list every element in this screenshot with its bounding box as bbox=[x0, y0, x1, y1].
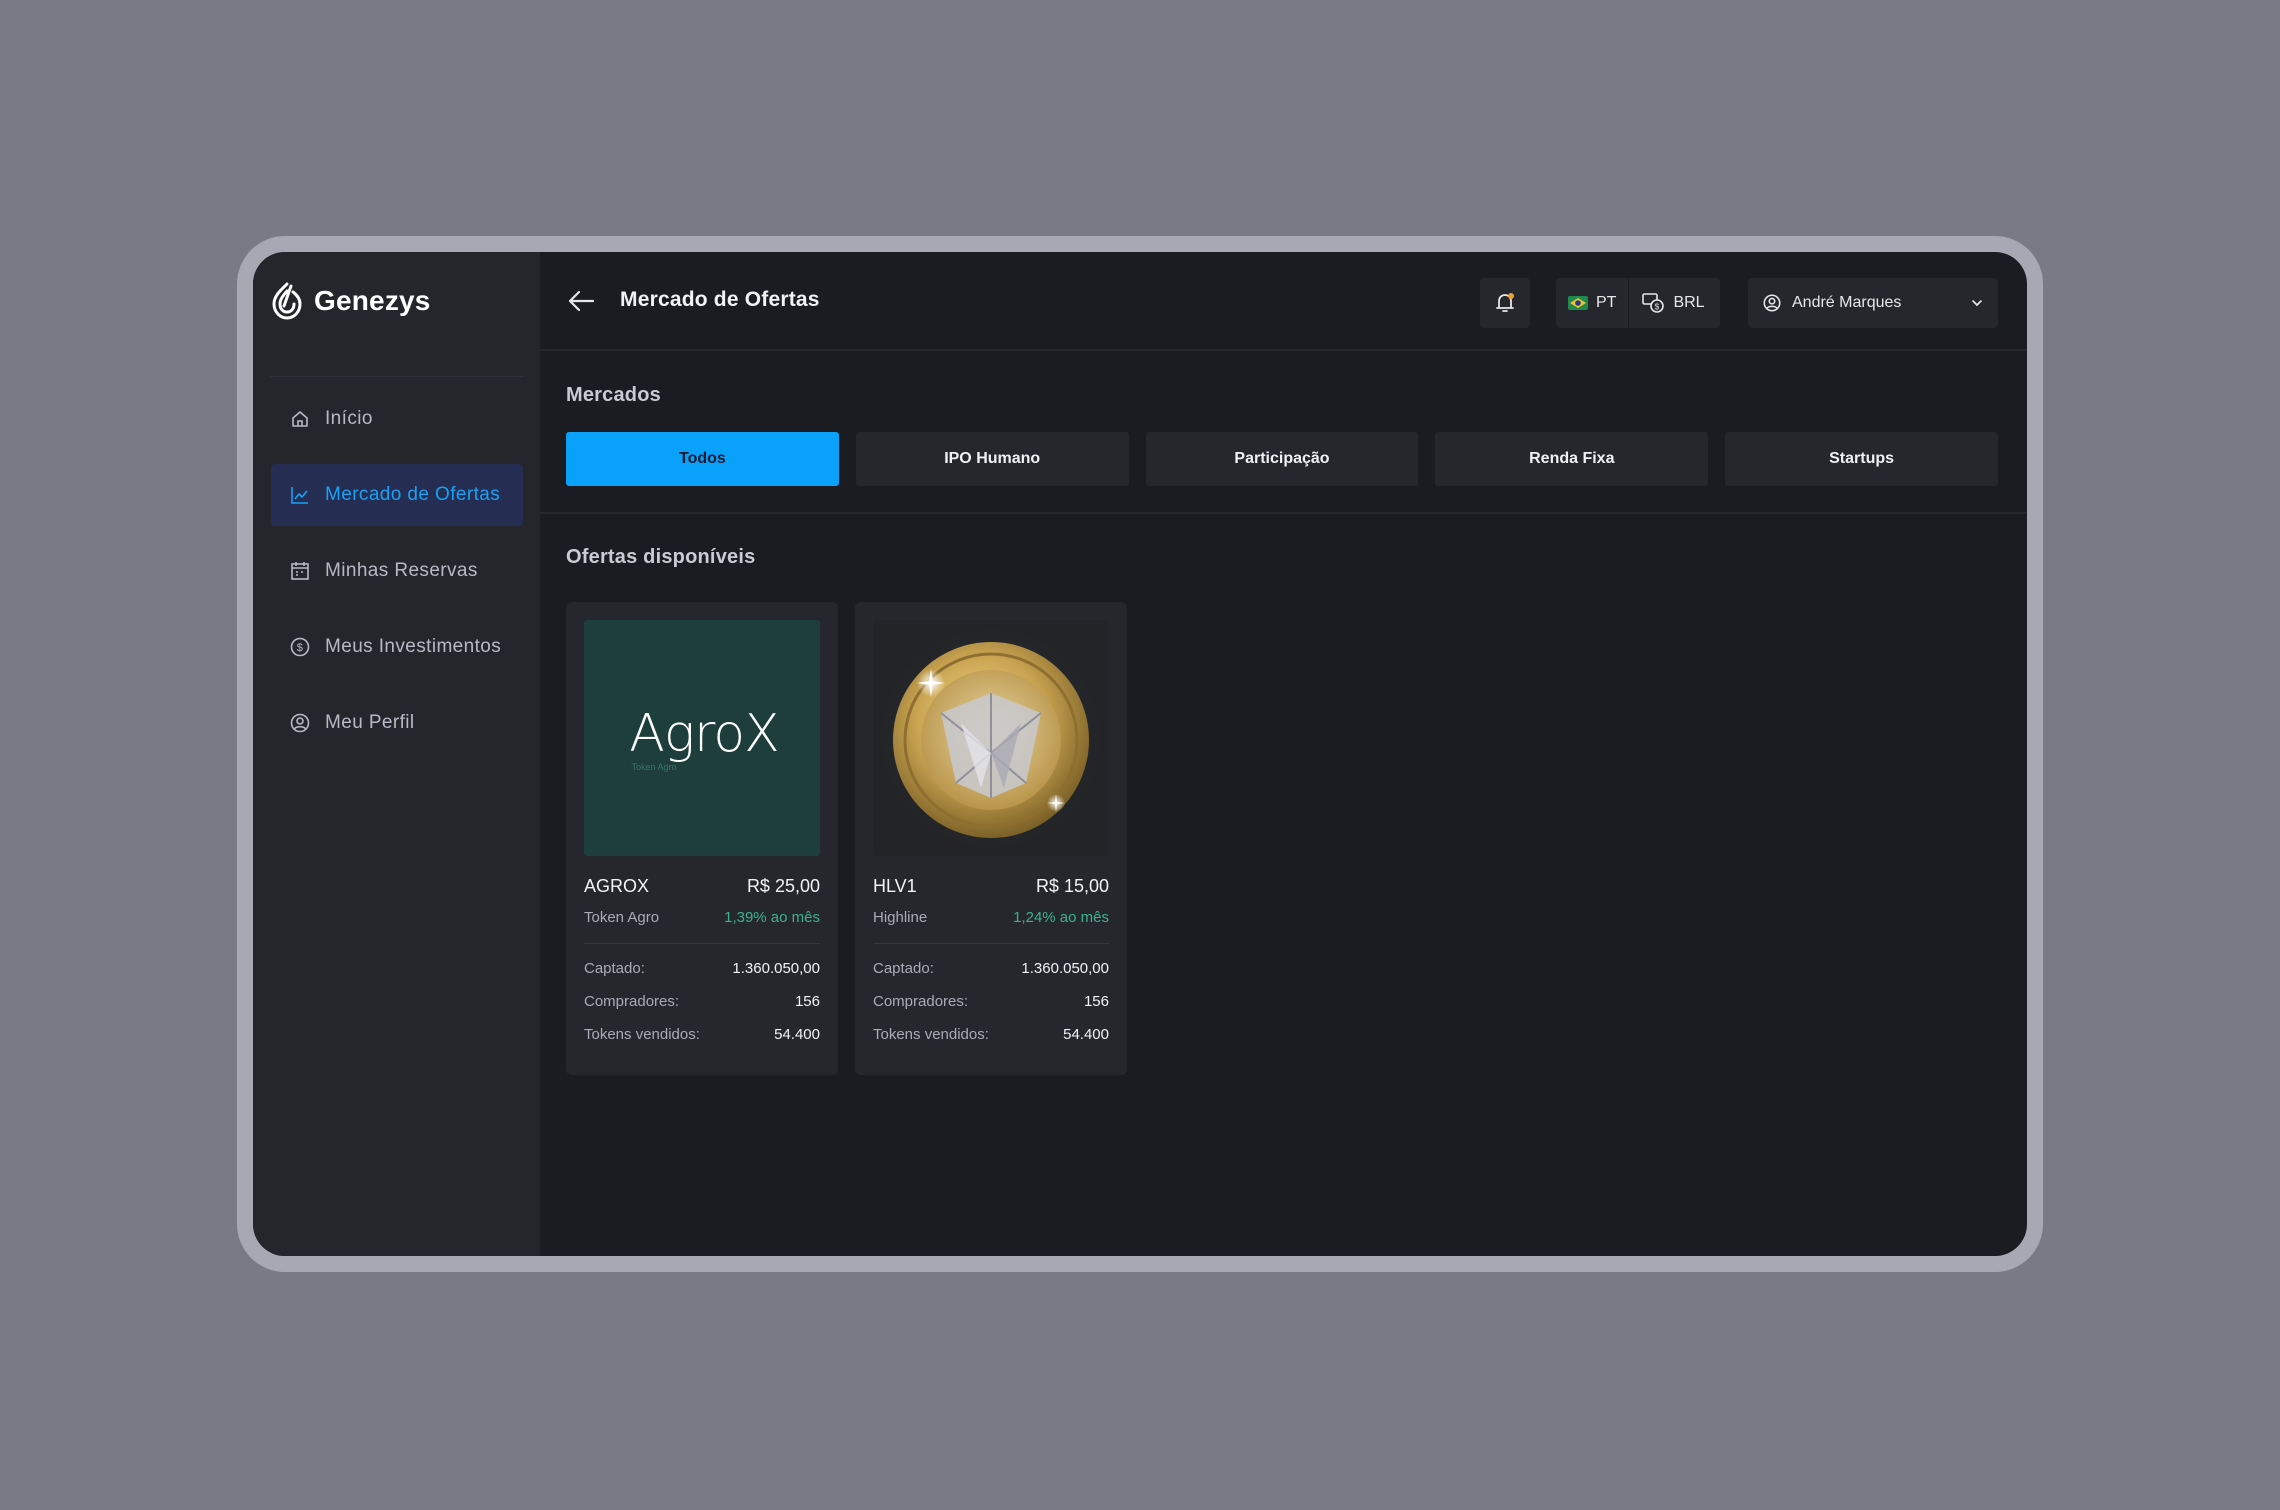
offer-thumbnail: AgroX Token Agro bbox=[584, 620, 820, 856]
tab-renda-fixa[interactable]: Renda Fixa bbox=[1435, 432, 1709, 486]
locale-divider bbox=[1628, 278, 1630, 328]
offers-heading: Ofertas disponíveis bbox=[566, 546, 756, 568]
sidebar-item-inicio[interactable]: Início bbox=[271, 388, 523, 450]
user-circle-icon bbox=[1763, 294, 1781, 312]
back-arrow-icon[interactable] bbox=[566, 288, 596, 314]
sidebar-nav: Início Mercado de Ofertas Minhas Reserva… bbox=[271, 376, 523, 754]
locale-controls: PT $ BRL bbox=[1556, 278, 1720, 328]
highline-coin-icon bbox=[893, 642, 1089, 838]
sidebar: Genezys Início Mercado de Ofertas Minhas… bbox=[253, 252, 540, 1256]
tab-todos[interactable]: Todos bbox=[566, 432, 839, 486]
offer-name: Token Agro bbox=[584, 909, 660, 926]
card-divider bbox=[873, 943, 1109, 944]
sidebar-item-label: Meus Investimentos bbox=[325, 636, 502, 657]
stat-compradores: Compradores: 156 bbox=[873, 993, 1109, 1010]
brand[interactable]: Genezys bbox=[270, 282, 431, 320]
markets-heading: Mercados bbox=[566, 384, 661, 406]
svg-text:$: $ bbox=[297, 642, 304, 654]
stat-label: Tokens vendidos: bbox=[584, 1026, 700, 1043]
currency-exchange-icon: $ bbox=[1642, 293, 1665, 313]
genezys-logo-icon bbox=[272, 282, 302, 320]
offer-card-hlv1[interactable]: HLV1 R$ 15,00 Highline 1,24% ao mês Capt… bbox=[855, 602, 1127, 1075]
currency-label: BRL bbox=[1673, 294, 1705, 311]
sidebar-item-label: Minhas Reservas bbox=[325, 560, 478, 581]
page-title: Mercado de Ofertas bbox=[620, 288, 820, 311]
stat-compradores: Compradores: 156 bbox=[584, 993, 820, 1010]
offer-price: R$ 15,00 bbox=[1035, 876, 1109, 896]
chevron-down-icon bbox=[1972, 300, 1982, 307]
stat-label: Captado: bbox=[873, 960, 934, 977]
sidebar-item-meus-investimentos[interactable]: $ Meus Investimentos bbox=[271, 616, 523, 678]
stat-label: Captado: bbox=[584, 960, 645, 977]
sidebar-item-label: Início bbox=[325, 408, 373, 429]
offer-name: Highline bbox=[873, 909, 928, 926]
offers-grid: AgroX Token Agro AGROX R$ 25,00 Token Ag… bbox=[566, 602, 1127, 1075]
brazil-flag-icon bbox=[1568, 296, 1588, 310]
language-selector[interactable]: PT bbox=[1568, 294, 1616, 312]
stat-value: 1.360.050,00 bbox=[1021, 960, 1109, 977]
tab-participacao[interactable]: Participação bbox=[1145, 432, 1419, 486]
stat-label: Compradores: bbox=[873, 993, 969, 1010]
app-window: Genezys Início Mercado de Ofertas Minhas… bbox=[253, 252, 2027, 1256]
currency-selector[interactable]: $ BRL bbox=[1641, 292, 1705, 314]
offer-rate: 1,24% ao mês bbox=[1013, 909, 1109, 926]
sidebar-item-label: Meu Perfil bbox=[325, 712, 415, 733]
language-label: PT bbox=[1596, 294, 1617, 311]
dollar-circle-icon: $ bbox=[290, 637, 310, 657]
brand-name: Genezys bbox=[314, 285, 431, 316]
tab-ipo-humano[interactable]: IPO Humano bbox=[855, 432, 1129, 486]
stat-label: Tokens vendidos: bbox=[873, 1026, 989, 1043]
stat-tokens-vendidos: Tokens vendidos: 54.400 bbox=[873, 1026, 1109, 1043]
offer-thumbnail bbox=[873, 620, 1109, 856]
sidebar-item-mercado-de-ofertas[interactable]: Mercado de Ofertas bbox=[271, 464, 523, 526]
svg-text:$: $ bbox=[1655, 303, 1660, 312]
offer-price: R$ 25,00 bbox=[746, 876, 820, 896]
stat-captado: Captado: 1.360.050,00 bbox=[584, 960, 820, 977]
agrox-logo-subtitle: Token Agro bbox=[631, 762, 677, 772]
sidebar-item-label: Mercado de Ofertas bbox=[325, 484, 501, 505]
offer-card-agrox[interactable]: AgroX Token Agro AGROX R$ 25,00 Token Ag… bbox=[566, 602, 838, 1075]
offer-rate: 1,39% ao mês bbox=[724, 909, 820, 926]
offer-code: HLV1 bbox=[873, 876, 917, 896]
notifications-button[interactable] bbox=[1480, 278, 1530, 328]
stat-value: 156 bbox=[794, 993, 820, 1010]
user-menu-button[interactable]: André Marques bbox=[1748, 278, 1998, 328]
stat-tokens-vendidos: Tokens vendidos: 54.400 bbox=[584, 1026, 820, 1043]
calendar-icon bbox=[291, 562, 309, 580]
stat-label: Compradores: bbox=[584, 993, 680, 1010]
market-tabs: Todos IPO Humano Participação Renda Fixa… bbox=[566, 432, 1998, 486]
topbar: Mercado de Ofertas PT $ BRL André Marque… bbox=[540, 252, 2027, 351]
stat-value: 54.400 bbox=[774, 1026, 820, 1043]
sidebar-item-meu-perfil[interactable]: Meu Perfil bbox=[271, 692, 523, 754]
stat-value: 156 bbox=[1083, 993, 1109, 1010]
card-divider bbox=[584, 943, 820, 944]
stat-value: 1.360.050,00 bbox=[732, 960, 820, 977]
agrox-logo: AgroX bbox=[629, 704, 779, 764]
user-name: André Marques bbox=[1792, 294, 1902, 311]
sidebar-item-minhas-reservas[interactable]: Minhas Reservas bbox=[271, 540, 523, 602]
stat-value: 54.400 bbox=[1063, 1026, 1109, 1043]
tab-startups[interactable]: Startups bbox=[1725, 432, 1998, 486]
bell-icon bbox=[1496, 293, 1514, 312]
home-icon bbox=[292, 411, 308, 427]
chart-line-icon bbox=[291, 487, 308, 504]
user-circle-icon bbox=[290, 713, 310, 733]
section-divider bbox=[540, 512, 2027, 514]
main-content: Mercado de Ofertas PT $ BRL André Marque… bbox=[540, 252, 2027, 1256]
stat-captado: Captado: 1.360.050,00 bbox=[873, 960, 1109, 977]
offer-code: AGROX bbox=[584, 876, 650, 896]
